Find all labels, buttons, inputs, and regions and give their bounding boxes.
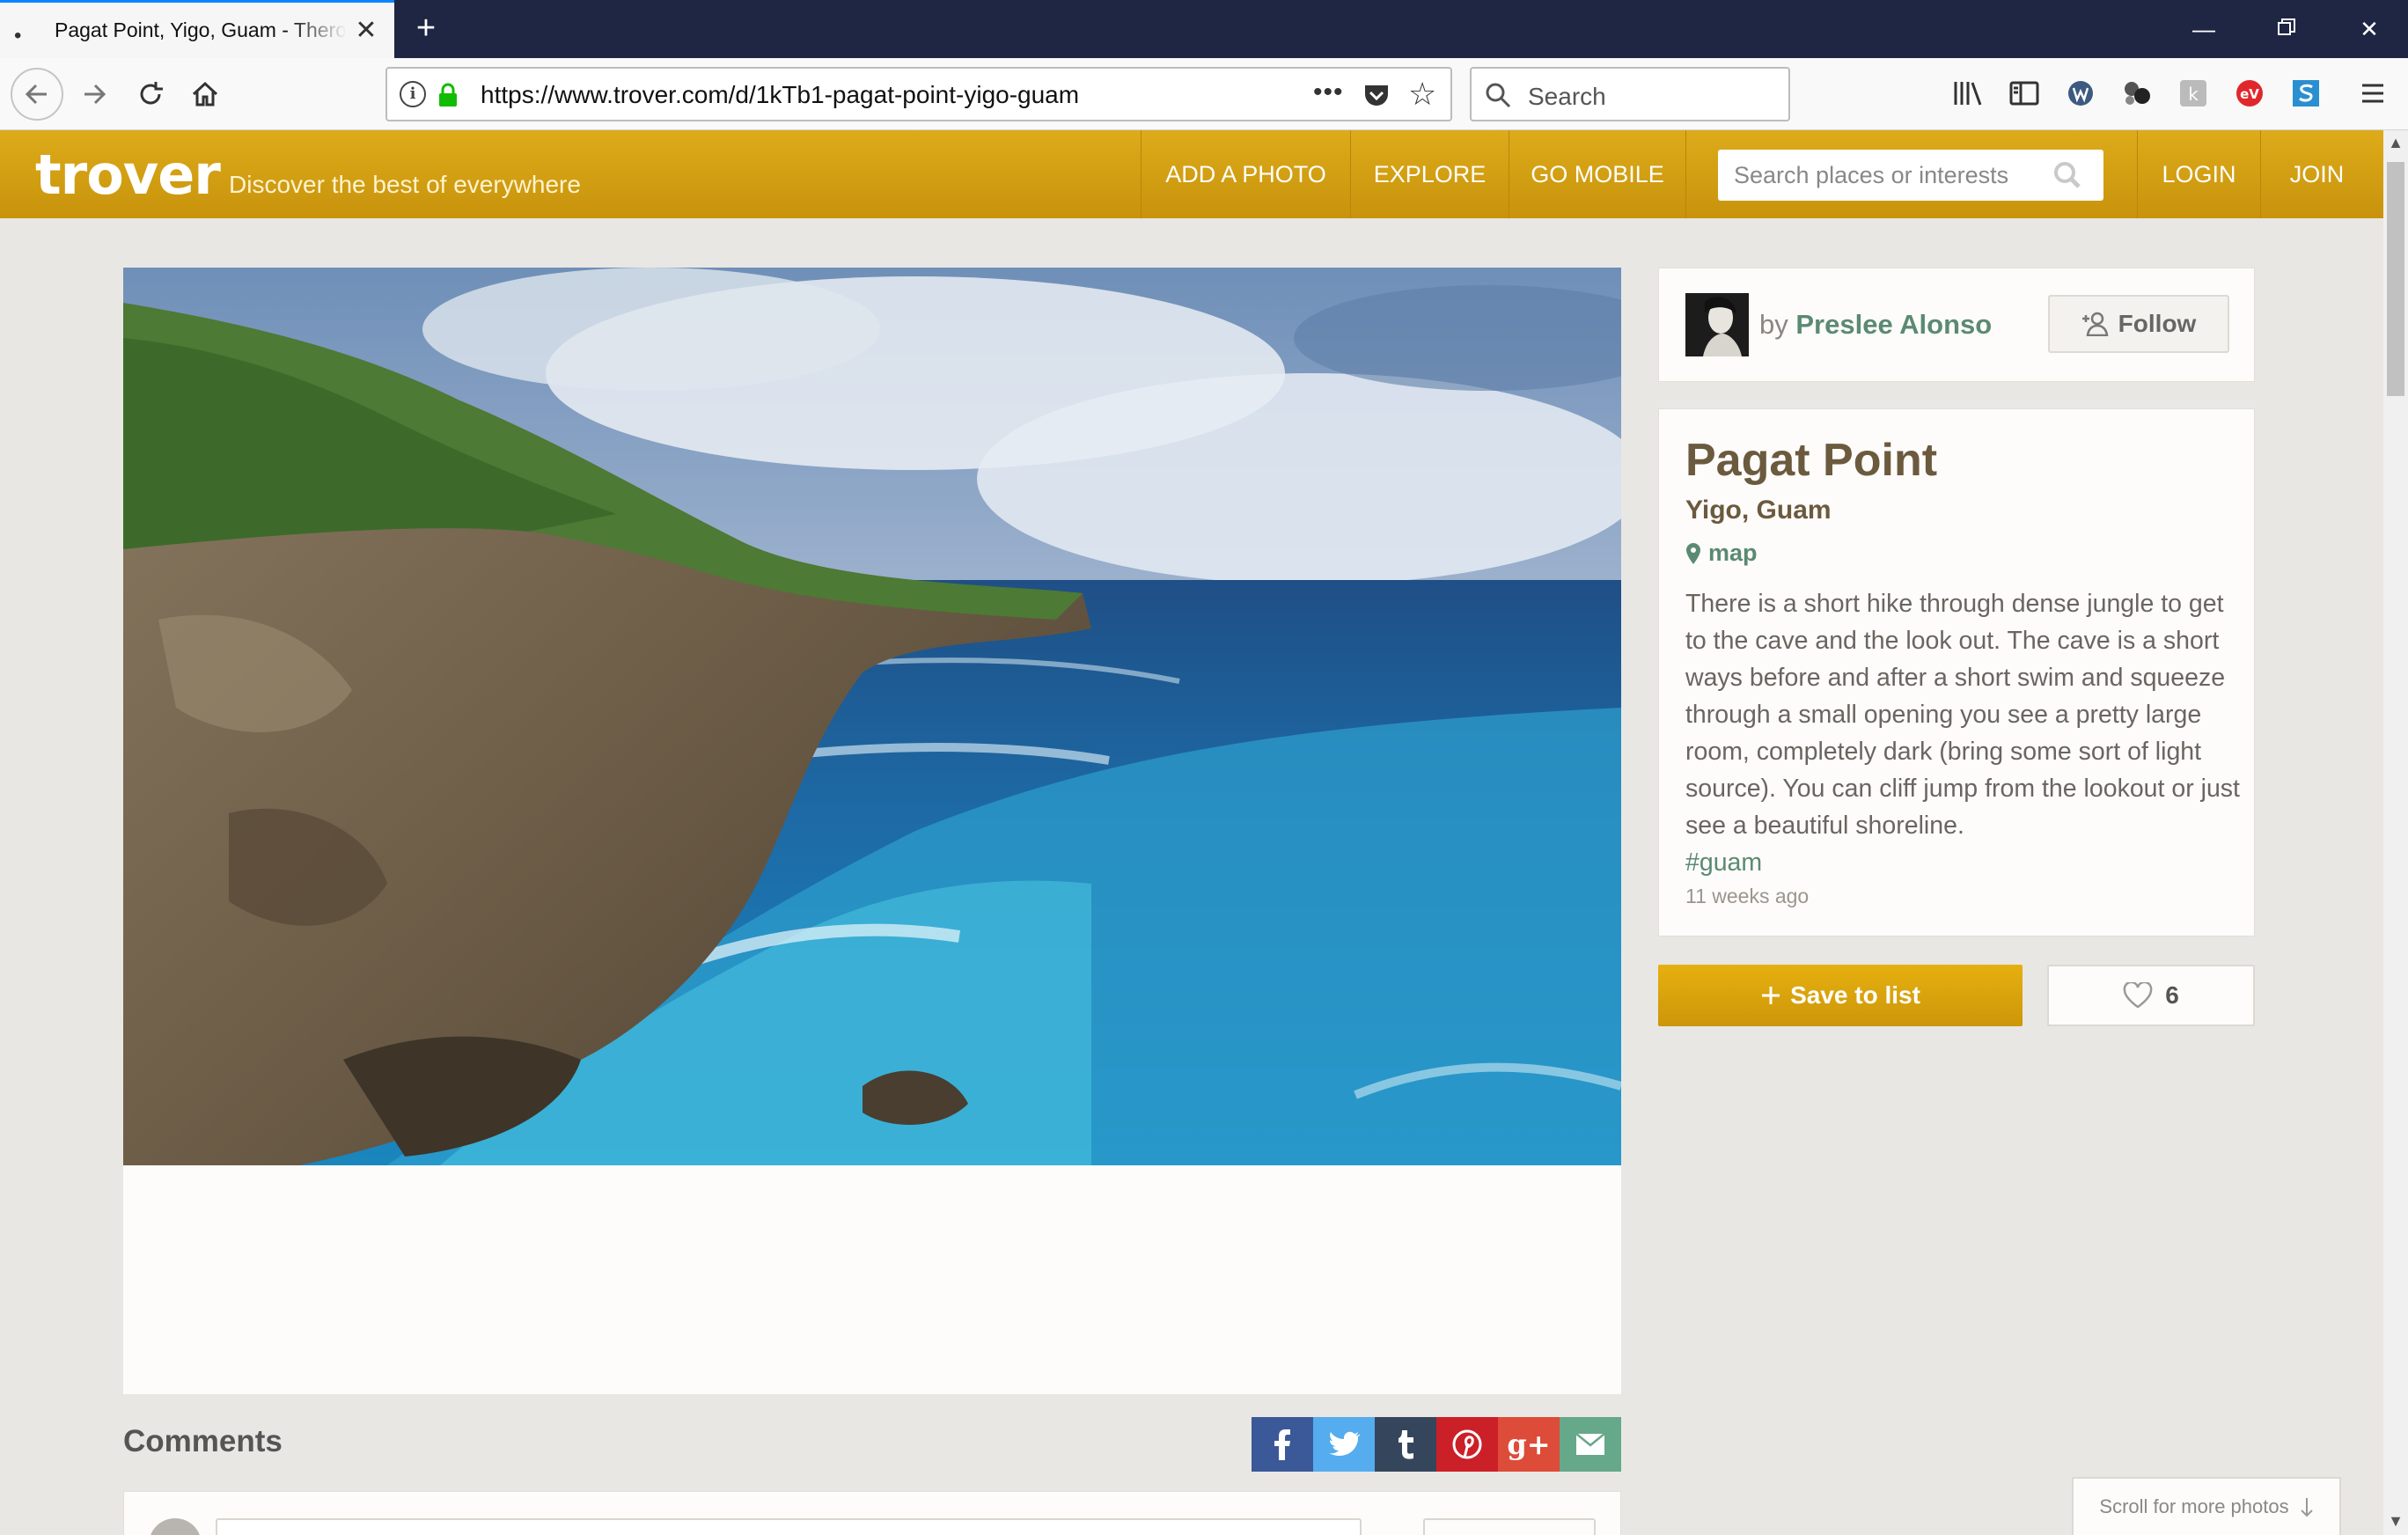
scroll-down-arrow-icon[interactable]: ▼ (2383, 1509, 2408, 1533)
heart-icon (2123, 982, 2153, 1009)
scroll-thumb[interactable] (2387, 162, 2404, 396)
close-tab-icon[interactable]: ✕ (350, 13, 382, 48)
join-link[interactable]: JOIN (2260, 130, 2373, 218)
site-info-icon[interactable]: i (400, 81, 426, 107)
lock-icon[interactable] (438, 83, 458, 106)
share-google-plus-button[interactable]: g+ (1498, 1417, 1560, 1472)
like-count: 6 (2165, 981, 2179, 1009)
place-title: Pagat Point (1685, 435, 1938, 486)
share-tumblr-button[interactable] (1375, 1417, 1436, 1472)
follow-label: Follow (2118, 310, 2197, 337)
sidebar-icon[interactable] (2007, 76, 2042, 111)
search-icon[interactable] (2052, 160, 2082, 190)
login-link[interactable]: LOGIN (2137, 130, 2260, 218)
site-tagline: Discover the best of everywhere (229, 171, 581, 198)
comments-heading: Comments (123, 1424, 283, 1458)
google-plus-icon: g+ (1507, 1428, 1551, 1461)
browser-search-bar[interactable]: Search (1470, 67, 1790, 121)
page-actions-icon[interactable]: ••• (1313, 77, 1344, 107)
extension-k-icon[interactable]: k (2176, 76, 2211, 111)
arrow-down-icon (2300, 1498, 2313, 1517)
new-tab-button[interactable]: + (405, 7, 447, 49)
author-avatar[interactable] (1685, 293, 1749, 356)
extension-s-icon[interactable] (2288, 76, 2324, 111)
scroll-more-photos-button[interactable]: Scroll for more photos (2072, 1477, 2341, 1535)
time-ago: 11 weeks ago (1685, 885, 1810, 907)
trover-logo[interactable]: trover (35, 143, 221, 207)
main-photo[interactable] (123, 268, 1621, 1165)
browser-tab[interactable]: • Pagat Point, Yigo, Guam - Thero ✕ (0, 0, 394, 58)
extension-w-icon[interactable] (2063, 76, 2098, 111)
pocket-icon[interactable] (1362, 81, 1391, 109)
browser-tab-bar: • Pagat Point, Yigo, Guam - Thero ✕ + — … (0, 0, 2408, 58)
save-to-list-button[interactable]: Save to list (1658, 965, 2023, 1026)
map-pin-icon (1686, 542, 1700, 564)
share-twitter-button[interactable] (1313, 1417, 1375, 1472)
svg-text:eV: eV (2240, 86, 2259, 102)
follow-button[interactable]: Follow (2048, 295, 2229, 353)
email-icon (1575, 1433, 1605, 1455)
author-byline: by Preslee Alonso (1759, 309, 1992, 341)
scroll-up-arrow-icon[interactable]: ▲ (2383, 130, 2408, 155)
commenter-avatar (149, 1518, 202, 1535)
minimize-window-icon[interactable]: — (2177, 7, 2230, 51)
extension-balls-icon[interactable] (2119, 76, 2155, 111)
library-icon[interactable] (1950, 76, 1986, 111)
close-window-icon[interactable]: ✕ (2343, 7, 2396, 51)
photo-card (123, 268, 1621, 1394)
restore-window-icon[interactable] (2260, 7, 2313, 51)
nav-add-photo[interactable]: ADD A PHOTO (1141, 130, 1350, 218)
reload-button[interactable] (127, 70, 174, 118)
site-search-input[interactable]: Search places or interests (1718, 150, 2103, 201)
pinterest-icon (1452, 1429, 1482, 1459)
url-bar[interactable]: i https://www.trover.com/d/1kTb1-pagat-p… (385, 67, 1452, 121)
like-button[interactable]: 6 (2047, 965, 2255, 1026)
extension-ev-icon[interactable]: eV (2232, 76, 2267, 111)
description-text: There is a short hike through dense jung… (1685, 590, 2240, 840)
plus-icon (1762, 987, 1780, 1004)
back-button[interactable] (11, 68, 63, 121)
nav-go-mobile[interactable]: GO MOBILE (1509, 130, 1686, 218)
save-label: Save to list (1790, 981, 1920, 1009)
forward-button[interactable] (70, 70, 118, 118)
place-description: There is a short hike through dense jung… (1685, 585, 2240, 881)
author-card: by Preslee Alonso Follow (1658, 268, 2255, 382)
comment-input[interactable] (216, 1518, 1362, 1535)
map-label: map (1708, 540, 1758, 566)
browser-nav-bar: i https://www.trover.com/d/1kTb1-pagat-p… (0, 58, 2408, 130)
share-pinterest-button[interactable] (1436, 1417, 1498, 1472)
scroll-more-label: Scroll for more photos (2099, 1495, 2289, 1517)
facebook-icon (1274, 1429, 1290, 1460)
tab-indicator-icon: • (14, 24, 22, 48)
tumblr-icon (1399, 1430, 1413, 1459)
hashtag-link[interactable]: #guam (1685, 848, 1762, 877)
svg-text:k: k (2188, 84, 2199, 105)
browser-search-placeholder: Search (1528, 83, 1606, 110)
author-name-link[interactable]: Preslee Alonso (1795, 309, 1992, 340)
search-icon (1484, 81, 1514, 111)
site-search-placeholder: Search places or interests (1734, 162, 2009, 188)
bookmark-star-icon[interactable]: ☆ (1408, 76, 1436, 113)
by-label: by (1759, 309, 1788, 340)
home-button[interactable] (181, 70, 229, 118)
share-email-button[interactable] (1560, 1417, 1621, 1472)
comment-post-button[interactable] (1423, 1518, 1596, 1535)
page-scrollbar[interactable]: ▲ ▼ (2383, 130, 2408, 1535)
nav-explore[interactable]: EXPLORE (1350, 130, 1509, 218)
twitter-icon (1329, 1431, 1360, 1456)
add-user-icon (2081, 312, 2109, 336)
share-facebook-button[interactable] (1252, 1417, 1313, 1472)
site-header: trover Discover the best of everywhere A… (0, 130, 2383, 218)
comment-box (123, 1491, 1621, 1535)
menu-icon[interactable] (2355, 76, 2390, 111)
tab-title-fade (290, 11, 347, 50)
place-card: Pagat Point Yigo, Guam map There is a sh… (1658, 408, 2255, 936)
place-location[interactable]: Yigo, Guam (1685, 496, 1832, 525)
url-text[interactable]: https://www.trover.com/d/1kTb1-pagat-poi… (481, 81, 1079, 109)
map-link[interactable]: map (1685, 540, 1758, 567)
